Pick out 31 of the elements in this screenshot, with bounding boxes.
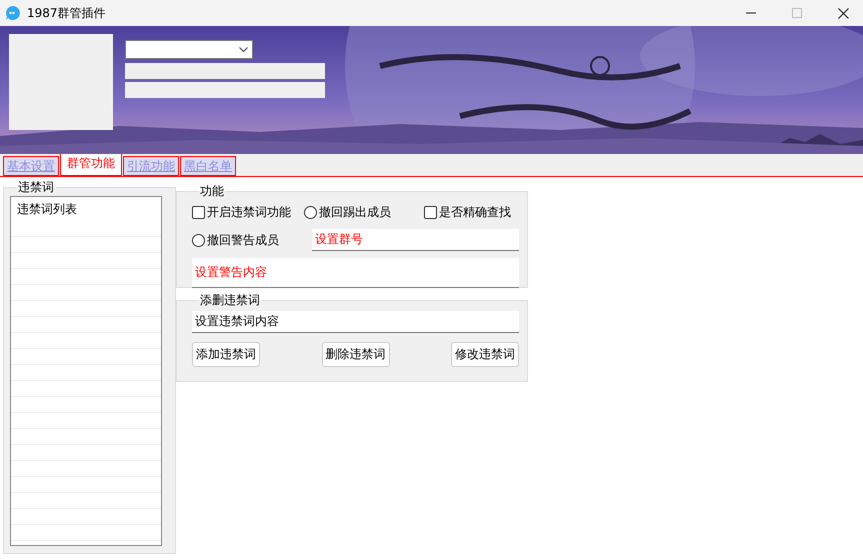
group-select[interactable] (125, 40, 253, 59)
app-icon (5, 5, 21, 21)
option-label: 撤回踢出成员 (319, 204, 391, 221)
checkbox[interactable] (192, 206, 205, 219)
option-label: 是否精确查找 (439, 204, 511, 221)
option-label: 开启违禁词功能 (207, 204, 291, 221)
warning-content-field[interactable]: 设置警告内容 (192, 258, 519, 288)
radio-button[interactable] (192, 234, 205, 246)
group-number-field[interactable]: 设置群号 (312, 229, 519, 251)
close-icon[interactable] (838, 8, 849, 18)
option[interactable]: 开启违禁词功能 (192, 204, 304, 221)
checkbox[interactable] (424, 206, 437, 219)
word-list[interactable]: 违禁词列表 (10, 196, 162, 546)
option-label: 撤回警告成员 (207, 232, 279, 248)
option[interactable]: 是否精确查找 (424, 204, 512, 221)
info-field[interactable] (125, 82, 325, 98)
word-field[interactable]: 设置违禁词内容 (192, 311, 519, 333)
option[interactable]: 撤回踢出成员 (304, 204, 424, 221)
action-button[interactable]: 修改违禁词 (451, 342, 519, 367)
group-title: 违禁词 (17, 179, 55, 196)
info-field[interactable] (125, 63, 325, 79)
option[interactable]: 撤回警告成员 (192, 232, 304, 248)
radio-button[interactable] (304, 206, 317, 219)
tab[interactable]: 群管功能 (60, 152, 122, 176)
window-title: 1987群管插件 (27, 4, 106, 22)
action-button[interactable]: 添加违禁词 (192, 342, 260, 367)
group-title: 功能 (199, 183, 225, 200)
group-title: 添删违禁词 (199, 292, 261, 309)
action-button[interactable]: 删除违禁词 (322, 342, 390, 367)
chevron-icon (239, 47, 248, 52)
minimize-icon[interactable] (746, 12, 756, 14)
